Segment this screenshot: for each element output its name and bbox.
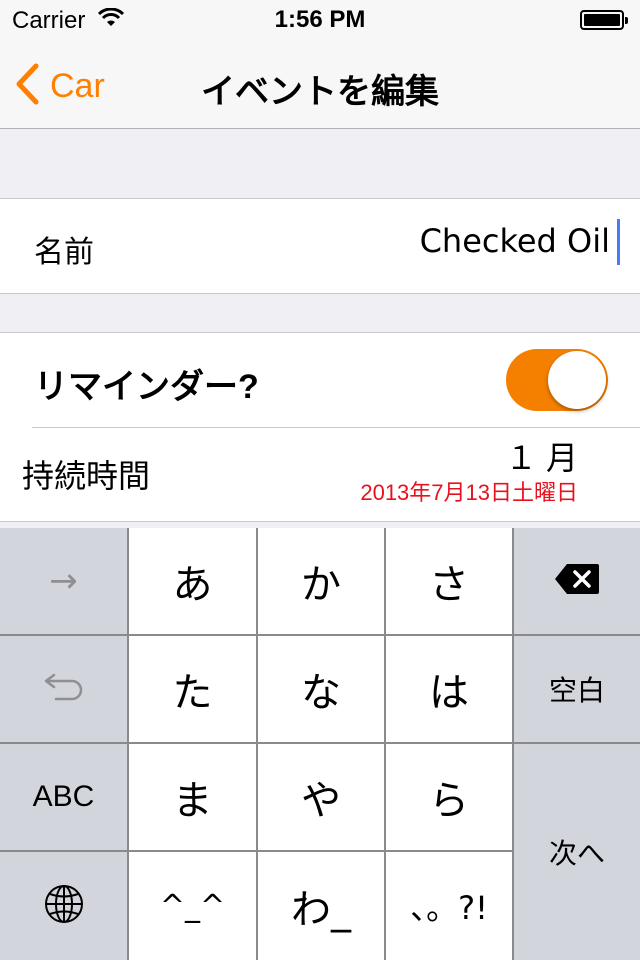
japanese-keyboard: → ABC あ か さ た な は ま や ら ^_^ わ_ 、。?! 空白 次…	[0, 528, 640, 960]
key-a-label: あ	[172, 562, 213, 608]
delete-key[interactable]	[514, 528, 640, 634]
reminder-toggle[interactable]	[506, 349, 608, 411]
key-emoticon[interactable]: ^_^	[129, 852, 256, 960]
name-label: 名前	[34, 236, 94, 269]
key-emoticon-label: ^_^	[159, 888, 226, 924]
abc-key-label: ABC	[32, 780, 95, 813]
key-wa[interactable]: わ_	[258, 852, 384, 960]
page-title: イベントを編集	[201, 73, 439, 111]
key-wa-label: わ_	[291, 887, 351, 933]
key-punctuation-label: 、。?!	[410, 889, 488, 927]
key-ka[interactable]: か	[258, 528, 384, 634]
key-ya[interactable]: や	[258, 744, 384, 850]
key-sa-label: さ	[429, 562, 469, 608]
status-bar: Carrier 1:56 PM	[0, 0, 640, 40]
key-ma-label: ま	[172, 778, 213, 824]
key-ra-label: ら	[429, 778, 469, 824]
name-input[interactable]	[188, 221, 612, 261]
next-key-label: 次へ	[548, 837, 605, 870]
key-ha[interactable]: は	[386, 636, 512, 742]
next-key[interactable]: 次へ	[514, 744, 640, 960]
space-key[interactable]: 空白	[514, 636, 640, 742]
duration-date: 2013年7月13日土曜日	[360, 480, 578, 505]
key-sa[interactable]: さ	[386, 528, 512, 634]
text-caret	[617, 219, 620, 265]
navigation-bar: Car イベントを編集	[0, 40, 640, 129]
key-a[interactable]: あ	[129, 528, 256, 634]
reminder-label: リマインダー?	[34, 368, 259, 406]
battery-icon	[580, 10, 628, 30]
key-punctuation[interactable]: 、。?!	[386, 852, 512, 960]
key-ya-label: や	[301, 778, 341, 824]
status-time: 1:56 PM	[274, 6, 366, 33]
duration-value[interactable]: １ 月	[505, 433, 578, 479]
reminder-section: リマインダー? 持続時間 １ 月 2013年7月13日土曜日	[0, 332, 640, 522]
duration-label[interactable]: 持続時間	[22, 451, 150, 497]
key-ra[interactable]: ら	[386, 744, 512, 850]
undo-icon	[42, 667, 86, 712]
delete-icon	[553, 562, 601, 601]
arrow-right-icon: →	[49, 561, 78, 601]
globe-icon	[43, 883, 85, 930]
key-ka-label: か	[301, 562, 341, 608]
key-ta-label: た	[172, 670, 213, 716]
key-ta[interactable]: た	[129, 636, 256, 742]
row-divider	[32, 427, 640, 428]
toggle-knob	[548, 351, 606, 409]
key-ma[interactable]: ま	[129, 744, 256, 850]
key-na[interactable]: な	[258, 636, 384, 742]
key-na-label: な	[301, 670, 341, 716]
name-row: 名前	[0, 198, 640, 294]
next-candidate-key[interactable]: →	[0, 528, 127, 634]
key-ha-label: は	[429, 670, 469, 716]
abc-key[interactable]: ABC	[0, 744, 127, 850]
globe-key[interactable]	[0, 852, 127, 960]
undo-key[interactable]	[0, 636, 127, 742]
space-key-label: 空白	[548, 674, 605, 707]
